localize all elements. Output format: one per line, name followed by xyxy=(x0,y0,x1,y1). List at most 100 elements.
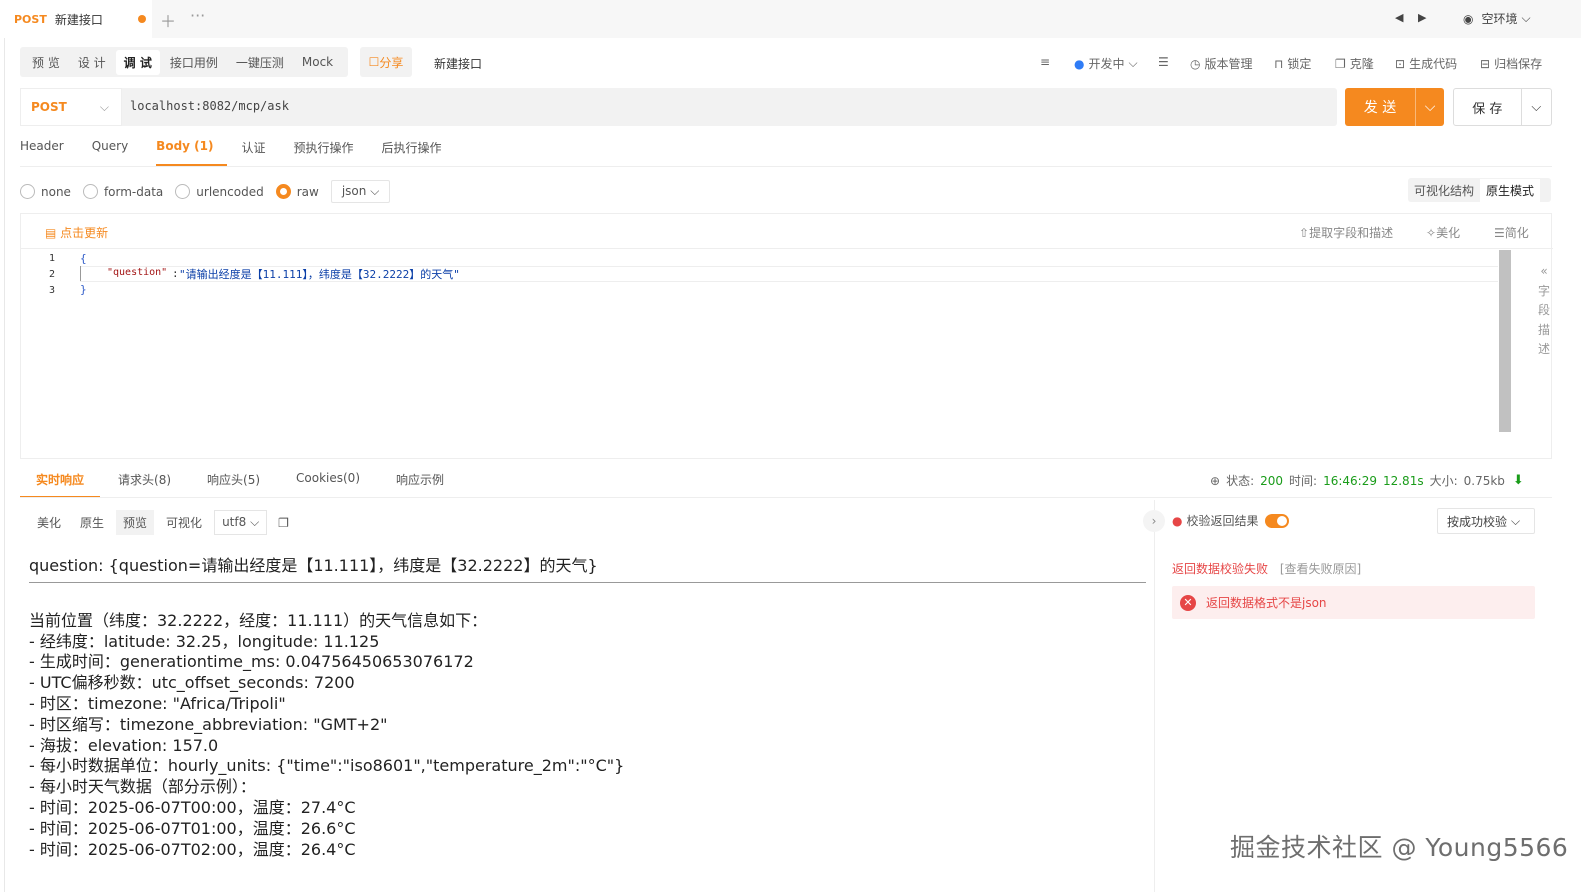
list-icon: ☰ xyxy=(1494,226,1505,240)
tab-body[interactable]: Body (1) xyxy=(156,133,228,166)
fail-reason-link[interactable]: [查看失败原因] xyxy=(1280,562,1361,576)
more-icon[interactable]: ··· xyxy=(190,6,205,25)
body-type-group: none form-data urlencoded raw json ⌵ xyxy=(20,180,391,203)
lock-button[interactable]: ⊓ 锁定 xyxy=(1274,55,1311,72)
upload-icon: ⇧ xyxy=(1299,226,1310,240)
tab-resp-headers[interactable]: 响应头(5) xyxy=(207,463,260,498)
time-label: 时间: xyxy=(1289,474,1318,488)
eye-icon: ◉ xyxy=(1463,11,1474,26)
duration-value: 12.81s xyxy=(1382,473,1424,488)
mode-debug[interactable]: 调 试 xyxy=(115,49,160,75)
tab-realtime[interactable]: 实时响应 xyxy=(20,463,101,498)
field-desc-panel[interactable]: « 字 段 描 述 xyxy=(1537,262,1551,360)
radio-form-data[interactable]: form-data xyxy=(82,184,163,199)
encoding-select[interactable]: utf8 ⌵ xyxy=(214,510,268,535)
indent-guide xyxy=(80,266,81,281)
copy-icon: ❐ xyxy=(1335,56,1346,71)
list-icon[interactable]: ☰ xyxy=(1158,55,1169,69)
response-line: - 时区缩写：timezone_abbreviation: "GMT+2" xyxy=(29,714,388,734)
mode-visual[interactable]: 可视化结构 xyxy=(1408,179,1480,202)
add-tab-icon[interactable]: ＋ xyxy=(160,8,176,32)
mode-design[interactable]: 设 计 xyxy=(70,50,114,75)
body-editor: ▤ 点击更新 ⇧提取字段和描述 ✧美化 ☰简化 1 2 3 { "questio… xyxy=(20,213,1553,459)
tab-req-headers[interactable]: 请求头(8) xyxy=(118,463,171,498)
generate-code-button[interactable]: ⊡ 生成代码 xyxy=(1395,55,1457,72)
code-value[interactable]: "请输出经度是【11.111】，纬度是【32.2222】的天气" xyxy=(179,266,460,282)
refresh-button[interactable]: ▤ 点击更新 xyxy=(45,224,108,241)
error-icon: ✕ xyxy=(1180,594,1196,611)
copy-icon[interactable]: ❐ xyxy=(278,516,289,530)
error-text: 返回数据格式不是json xyxy=(1206,596,1327,610)
validate-toggle[interactable] xyxy=(1264,513,1289,528)
chevron-right-icon[interactable]: › xyxy=(1143,510,1165,532)
resp-beautify[interactable]: 美化 xyxy=(30,510,68,535)
save-button[interactable]: 保 存 ⌵ xyxy=(1453,88,1552,126)
validate-mode-label: 按成功校验 xyxy=(1447,514,1508,529)
sort-icon[interactable]: ≡ xyxy=(1040,55,1050,69)
url-input[interactable]: localhost:8082/mcp/ask xyxy=(130,99,289,113)
radio-urlencoded[interactable]: urlencoded xyxy=(175,184,264,199)
share-button[interactable]: ☐ 分享 xyxy=(360,47,412,77)
mode-preview[interactable]: 预 览 xyxy=(24,50,68,75)
beautify-label: 美化 xyxy=(1436,226,1461,240)
format-select[interactable]: json ⌵ xyxy=(330,180,391,203)
error-message: ✕ 返回数据格式不是json xyxy=(1172,586,1535,619)
unsaved-dot xyxy=(138,15,146,23)
mode-mock[interactable]: Mock xyxy=(294,51,341,73)
mode-raw[interactable]: 原生模式 xyxy=(1480,178,1541,202)
tab-post-script[interactable]: 后执行操作 xyxy=(382,133,456,166)
tab-new-interface[interactable]: POST 新建接口 xyxy=(0,0,152,38)
tab-cookies[interactable]: Cookies(0) xyxy=(296,463,360,498)
line-number: 1 xyxy=(49,253,56,264)
clone-button[interactable]: ❐ 克隆 xyxy=(1335,55,1374,72)
env-select[interactable]: ◉ 空环境 ⌵ xyxy=(1463,10,1531,27)
status-code: 200 xyxy=(1260,473,1284,488)
resp-preview[interactable]: 预览 xyxy=(116,510,155,535)
download-icon[interactable]: ⬇ xyxy=(1513,473,1524,488)
method-select[interactable]: POST ⌵ xyxy=(20,88,122,126)
tab-query[interactable]: Query xyxy=(92,133,142,166)
side-char: 段 xyxy=(1537,303,1550,317)
tab-pre-script[interactable]: 预执行操作 xyxy=(294,133,368,166)
interface-name[interactable]: 新建接口 xyxy=(434,55,482,72)
prev-tab-icon[interactable]: ◀ xyxy=(1395,11,1403,24)
mode-stress[interactable]: 一键压测 xyxy=(228,50,292,75)
side-char: 述 xyxy=(1537,342,1550,356)
doc-icon: ▤ xyxy=(45,226,57,240)
response-line: - 时间：2025-06-07T01:00，温度：26.6°C xyxy=(29,818,356,838)
response-line: - 生成时间：generationtime_ms: 0.047564506530… xyxy=(29,652,474,672)
status-dropdown[interactable]: ● 开发中 ⌵ xyxy=(1074,55,1138,72)
version-button[interactable]: ◷ 版本管理 xyxy=(1190,55,1253,72)
tab-auth[interactable]: 认证 xyxy=(241,133,279,166)
next-tab-icon[interactable]: ▶ xyxy=(1418,11,1426,24)
resp-visual[interactable]: 可视化 xyxy=(159,510,209,535)
chevron-down-icon[interactable]: ⌵ xyxy=(1416,99,1444,115)
simplify-button[interactable]: ☰简化 xyxy=(1494,224,1529,241)
url-bar: POST ⌵ localhost:8082/mcp/ask xyxy=(20,88,1337,126)
editor-scrollbar[interactable] xyxy=(1499,250,1511,432)
archive-icon: ⊟ xyxy=(1480,56,1491,71)
time-value: 16:46:29 xyxy=(1323,473,1377,488)
chevron-down-icon: ⌵ xyxy=(1511,513,1521,528)
send-button[interactable]: 发 送 ⌵ xyxy=(1345,88,1444,126)
version-label: 版本管理 xyxy=(1204,57,1253,71)
beautify-button[interactable]: ✧美化 xyxy=(1426,224,1460,241)
status-label: 状态: xyxy=(1226,474,1255,488)
extract-button[interactable]: ⇧提取字段和描述 xyxy=(1299,224,1393,241)
line-number: 3 xyxy=(49,285,56,296)
radio-circle-selected xyxy=(275,184,291,199)
response-line: - 每小时数据单位：hourly_units: {"time":"iso8601… xyxy=(29,756,625,776)
validate-mode-select[interactable]: 按成功校验 ⌵ xyxy=(1437,508,1535,534)
archive-save-button[interactable]: ⊟ 归档保存 xyxy=(1480,55,1542,72)
radio-none[interactable]: none xyxy=(20,184,71,199)
tab-resp-example[interactable]: 响应示例 xyxy=(396,463,444,498)
resp-raw[interactable]: 原生 xyxy=(73,510,111,535)
mode-cases[interactable]: 接口用例 xyxy=(162,50,226,75)
response-line: - 时区：timezone: "Africa/Tripoli" xyxy=(29,693,286,713)
code-colon: : xyxy=(172,267,179,280)
tab-header[interactable]: Header xyxy=(20,133,78,166)
chevron-down-icon[interactable]: ⌵ xyxy=(1522,100,1551,115)
radio-raw[interactable]: raw xyxy=(275,184,319,199)
radio-label: none xyxy=(41,184,71,199)
view-mode-switch: 可视化结构 原生模式 xyxy=(1408,178,1551,202)
